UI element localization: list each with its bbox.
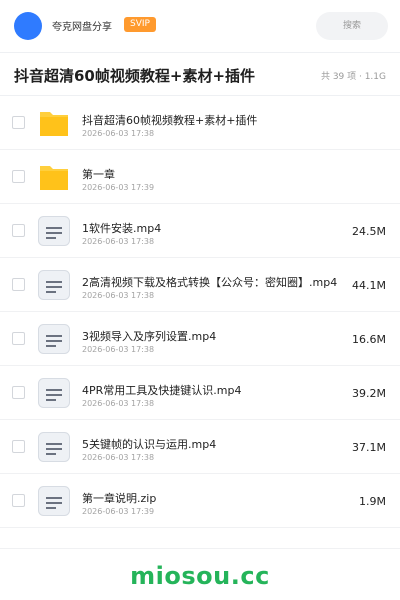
- file-name[interactable]: 抖音超清60帧视频教程+素材+插件: [82, 112, 257, 128]
- svip-badge: SVIP: [124, 17, 156, 32]
- top-bar: 夸克网盘分享 SVIP 搜索: [0, 0, 400, 52]
- file-size: 37.1M: [352, 441, 386, 454]
- document-file-icon: [38, 324, 70, 354]
- divider: [0, 548, 400, 549]
- share-summary: 共 39 项 · 1.1G: [320, 72, 386, 82]
- file-row[interactable]: 1软件安装.mp4 2026-06-03 17:38 24.5M: [0, 204, 400, 258]
- file-name[interactable]: 5关键帧的认识与运用.mp4: [82, 436, 216, 452]
- document-file-icon: [38, 486, 70, 516]
- file-date: 2026-06-03 17:39: [82, 507, 155, 516]
- document-file-icon: [38, 270, 70, 300]
- file-name[interactable]: 第一章说明.zip: [82, 490, 156, 506]
- file-date: 2026-06-03 17:38: [82, 237, 155, 246]
- row-checkbox[interactable]: [12, 170, 25, 183]
- file-row[interactable]: 4PR常用工具及快捷键认识.mp4 2026-06-03 17:38 39.2M: [0, 366, 400, 420]
- app-name: 夸克网盘分享: [52, 22, 112, 33]
- file-row[interactable]: 5关键帧的认识与运用.mp4 2026-06-03 17:38 37.1M: [0, 420, 400, 474]
- file-date: 2026-06-03 17:38: [82, 129, 155, 138]
- file-size: 24.5M: [352, 225, 386, 238]
- file-row[interactable]: 抖音超清60帧视频教程+素材+插件 2026-06-03 17:38: [0, 96, 400, 150]
- file-date: 2026-06-03 17:38: [82, 291, 155, 300]
- folder-icon: [38, 162, 70, 192]
- file-size: 39.2M: [352, 387, 386, 400]
- page-title: 抖音超清60帧视频教程+素材+插件: [14, 67, 256, 85]
- row-checkbox[interactable]: [12, 278, 25, 291]
- file-date: 2026-06-03 17:39: [82, 183, 155, 192]
- search-input[interactable]: 搜索: [316, 12, 388, 40]
- file-name[interactable]: 4PR常用工具及快捷键认识.mp4: [82, 382, 241, 398]
- file-date: 2026-06-03 17:38: [82, 453, 155, 462]
- file-name[interactable]: 第一章: [82, 166, 115, 182]
- share-header: 抖音超清60帧视频教程+素材+插件 共 39 项 · 1.1G: [0, 52, 400, 96]
- avatar[interactable]: [14, 12, 42, 40]
- file-name[interactable]: 3视频导入及序列设置.mp4: [82, 328, 216, 344]
- file-row[interactable]: 第一章说明.zip 2026-06-03 17:39 1.9M: [0, 474, 400, 528]
- row-checkbox[interactable]: [12, 116, 25, 129]
- file-size: 44.1M: [352, 279, 386, 292]
- file-date: 2026-06-03 17:38: [82, 399, 155, 408]
- file-row[interactable]: 3视频导入及序列设置.mp4 2026-06-03 17:38 16.6M: [0, 312, 400, 366]
- folder-icon: [38, 108, 70, 138]
- watermark: miosou.cc: [130, 562, 270, 590]
- row-checkbox[interactable]: [12, 386, 25, 399]
- document-file-icon: [38, 378, 70, 408]
- file-name[interactable]: 1软件安装.mp4: [82, 220, 161, 236]
- file-row[interactable]: 2高清视频下载及格式转换【公众号：密知圈】.mp4 2026-06-03 17:3…: [0, 258, 400, 312]
- row-checkbox[interactable]: [12, 494, 25, 507]
- document-file-icon: [38, 216, 70, 246]
- file-row[interactable]: 第一章 2026-06-03 17:39: [0, 150, 400, 204]
- file-date: 2026-06-03 17:38: [82, 345, 155, 354]
- file-size: 1.9M: [359, 495, 386, 508]
- row-checkbox[interactable]: [12, 440, 25, 453]
- file-list: 抖音超清60帧视频教程+素材+插件 2026-06-03 17:38 第一章 2026…: [0, 96, 400, 528]
- row-checkbox[interactable]: [12, 224, 25, 237]
- file-name[interactable]: 2高清视频下载及格式转换【公众号：密知圈】.mp4: [82, 274, 337, 290]
- document-file-icon: [38, 432, 70, 462]
- file-size: 16.6M: [352, 333, 386, 346]
- row-checkbox[interactable]: [12, 332, 25, 345]
